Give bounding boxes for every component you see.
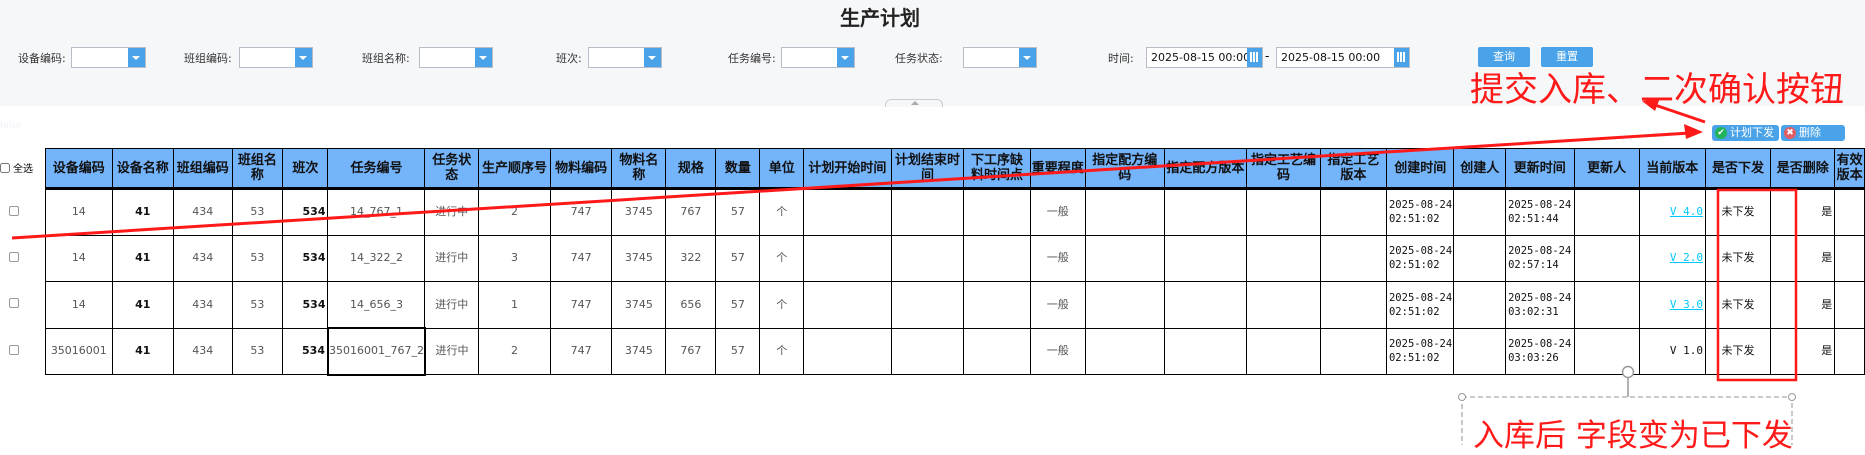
annotation-top: 提交入库、二次确认按钮	[1470, 70, 1844, 110]
highlight-box	[1716, 188, 1798, 382]
resize-handle-icon	[1458, 393, 1466, 401]
resize-handle-icon	[1788, 393, 1796, 401]
rotate-handle-icon	[1621, 365, 1635, 379]
annotation-arrow-line	[11, 131, 1691, 240]
arrow-head-icon	[1684, 124, 1703, 139]
annotation-bottom: 入库后 字段变为已下发	[1473, 418, 1793, 454]
